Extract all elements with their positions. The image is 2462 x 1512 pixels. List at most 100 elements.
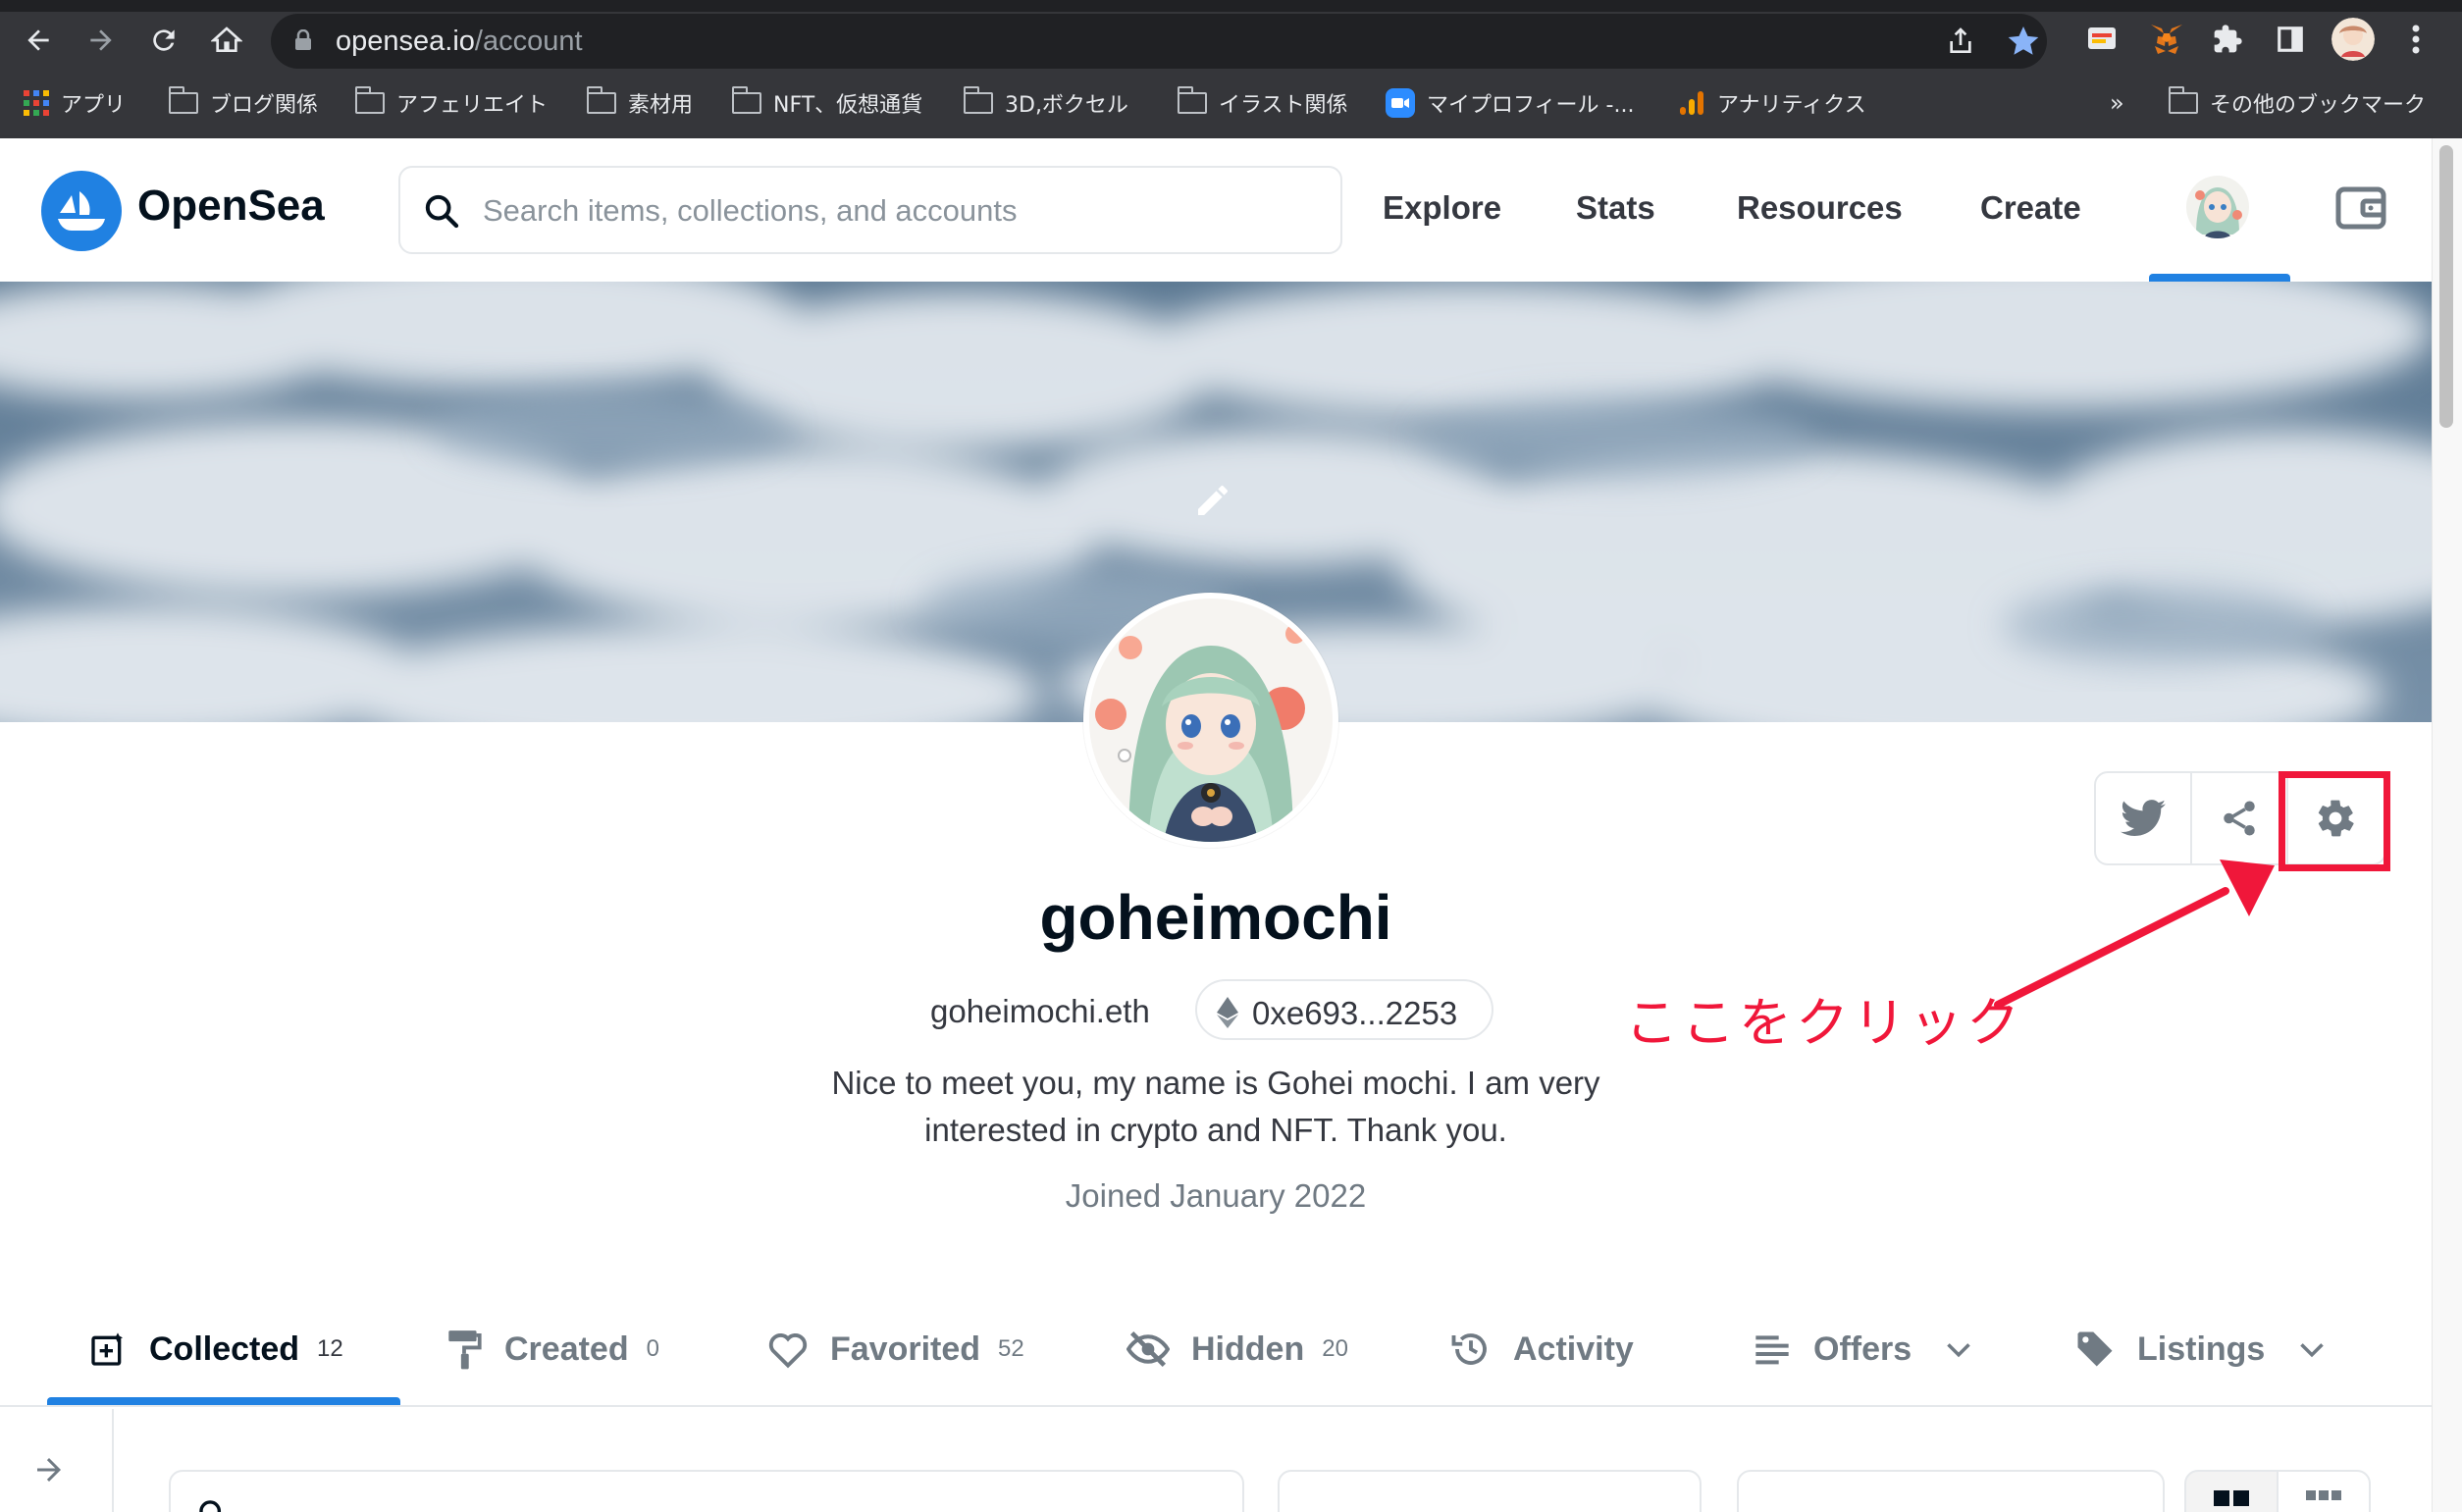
back-button[interactable] <box>12 14 65 67</box>
tab-label: Favorited <box>830 1330 981 1368</box>
forward-button[interactable] <box>75 14 128 67</box>
bookmark-label: ブログ関係 <box>210 93 319 118</box>
tab-count: 0 <box>646 1335 659 1362</box>
home-button[interactable] <box>200 14 253 67</box>
opensea-logo[interactable] <box>41 171 122 251</box>
heart-icon <box>768 1333 808 1369</box>
reload-icon <box>153 29 175 51</box>
arrow-left-icon <box>27 29 49 51</box>
bookmark-label: アフェリエイト <box>396 93 549 118</box>
items-search-input[interactable] <box>169 1470 1244 1512</box>
wallet-address: 0xe693...2253 <box>1252 995 1458 1031</box>
bookmark-folder-illust[interactable]: イラスト関係 <box>1177 80 1348 126</box>
reload-button[interactable] <box>137 14 190 67</box>
bookmark-label: NFT、仮想通貨 <box>773 93 923 118</box>
search-icon <box>199 1500 222 1512</box>
tab-collected[interactable]: Collected 12 <box>88 1323 343 1376</box>
other-bookmarks-folder[interactable]: その他のブックマーク <box>2168 80 2427 126</box>
opensea-wordmark[interactable]: OpenSea <box>137 182 325 231</box>
browser-menu-icon[interactable] <box>2394 18 2437 61</box>
tab-activity[interactable]: Activity <box>1450 1323 1634 1376</box>
bookmark-label: イラスト関係 <box>1219 93 1348 118</box>
folder-icon <box>586 86 616 114</box>
tab-label: Activity <box>1513 1330 1634 1368</box>
bookmark-analytics[interactable]: アナリティクス <box>1678 80 1866 126</box>
share-button[interactable] <box>2192 773 2286 863</box>
nav-stats[interactable]: Stats <box>1576 189 1655 227</box>
url-text: opensea.io/account <box>336 26 583 57</box>
folder-icon <box>731 86 761 114</box>
profile-tabs: Collected 12 Created 0 Favorited 52 Hidd… <box>0 1285 2432 1407</box>
nav-create[interactable]: Create <box>1980 189 2081 227</box>
collected-icon <box>91 1332 123 1366</box>
folder-icon <box>963 86 993 114</box>
site-header: OpenSea Search items, collections, and a… <box>0 138 2432 282</box>
nav-resources[interactable]: Resources <box>1737 189 1903 227</box>
bookmark-folder-blog[interactable]: ブログ関係 <box>168 80 319 126</box>
small-grid-toggle[interactable] <box>2277 1470 2371 1512</box>
address-bar[interactable]: opensea.io/account <box>271 14 2047 69</box>
expand-filters-button[interactable] <box>31 1452 67 1491</box>
lock-icon <box>295 29 311 50</box>
search-placeholder: Search items, collections, and accounts <box>483 193 1018 228</box>
overflow-chevron-icon: » <box>2110 89 2124 117</box>
single-items-select[interactable] <box>1278 1470 1702 1512</box>
nav-explore[interactable]: Explore <box>1383 189 1501 227</box>
bookmark-label: アプリ <box>61 93 127 118</box>
bookmark-folder-affiliate[interactable]: アフェリエイト <box>354 80 549 126</box>
twitter-button[interactable] <box>2096 773 2190 863</box>
account-avatar[interactable] <box>2186 176 2249 238</box>
bookmark-folder-nft[interactable]: NFT、仮想通貨 <box>731 80 923 126</box>
grid-small-icon <box>2306 1490 2341 1500</box>
tab-label: Hidden <box>1191 1330 1305 1368</box>
tab-count: 20 <box>1322 1335 1348 1362</box>
large-grid-toggle[interactable] <box>2184 1470 2279 1512</box>
tab-listings[interactable]: Listings <box>2074 1323 2326 1376</box>
anime-girl-avatar-image <box>1089 599 1333 842</box>
search-input[interactable]: Search items, collections, and accounts <box>398 166 1342 254</box>
bookmark-my-profile[interactable]: マイプロフィール -... <box>1386 80 1634 126</box>
sort-select[interactable] <box>1737 1470 2165 1512</box>
bookmark-apps[interactable]: アプリ <box>24 80 126 126</box>
wallet-button[interactable] <box>2335 185 2386 235</box>
history-icon <box>1451 1333 1487 1365</box>
home-icon <box>211 26 242 52</box>
eye-off-icon <box>1126 1330 1170 1368</box>
arrow-right-icon <box>90 29 112 51</box>
tab-favorited[interactable]: Favorited 52 <box>767 1323 1024 1376</box>
share-page-icon[interactable] <box>1945 26 1976 57</box>
settings-highlight-box <box>2279 771 2390 871</box>
wallet-address-pill[interactable]: 0xe693...2253 <box>1195 979 1493 1040</box>
folder-icon <box>168 86 198 114</box>
opensea-ship-icon <box>58 191 105 231</box>
profile-avatar[interactable] <box>1083 593 1338 848</box>
active-tab-indicator <box>47 1397 400 1405</box>
bookmark-label: その他のブックマーク <box>2210 93 2427 118</box>
bookmark-label: 素材用 <box>628 93 694 118</box>
bookmark-folder-materials[interactable]: 素材用 <box>586 80 694 126</box>
bio-line: Nice to meet you, my name is Gohei mochi… <box>831 1065 1600 1101</box>
tab-label: Created <box>504 1330 629 1368</box>
apps-grid-icon <box>24 90 49 116</box>
scrollbar-thumb[interactable] <box>2439 145 2453 428</box>
tab-hidden[interactable]: Hidden 20 <box>1126 1323 1348 1376</box>
extensions-puzzle-icon[interactable] <box>2206 18 2249 61</box>
profile-bio: Nice to meet you, my name is Gohei mochi… <box>0 1060 2432 1154</box>
browser-profile-avatar[interactable] <box>2331 18 2375 61</box>
zoom-icon <box>1386 88 1415 118</box>
bookmark-label: マイプロフィール -... <box>1427 93 1635 118</box>
metamask-fox-icon[interactable] <box>2145 18 2188 61</box>
bookmarks-overflow-button[interactable]: » <box>2110 80 2124 126</box>
joined-date: Joined January 2022 <box>1065 1177 1367 1214</box>
bookmark-star-icon[interactable] <box>2006 24 2041 59</box>
chevron-down-icon <box>1947 1343 1970 1358</box>
cast-extension-icon[interactable] <box>2080 18 2123 61</box>
folder-icon <box>354 86 385 114</box>
bookmark-folder-3d[interactable]: 3D,ボクセル <box>963 80 1128 126</box>
bookmark-label: 3D,ボクセル <box>1005 93 1128 118</box>
tab-offers[interactable]: Offers <box>1753 1323 1972 1376</box>
side-panel-icon[interactable] <box>2269 18 2312 61</box>
edit-banner-button[interactable] <box>1193 481 1232 524</box>
tab-created[interactable]: Created 0 <box>445 1323 659 1376</box>
ens-name[interactable]: goheimochi.eth <box>930 993 1150 1030</box>
